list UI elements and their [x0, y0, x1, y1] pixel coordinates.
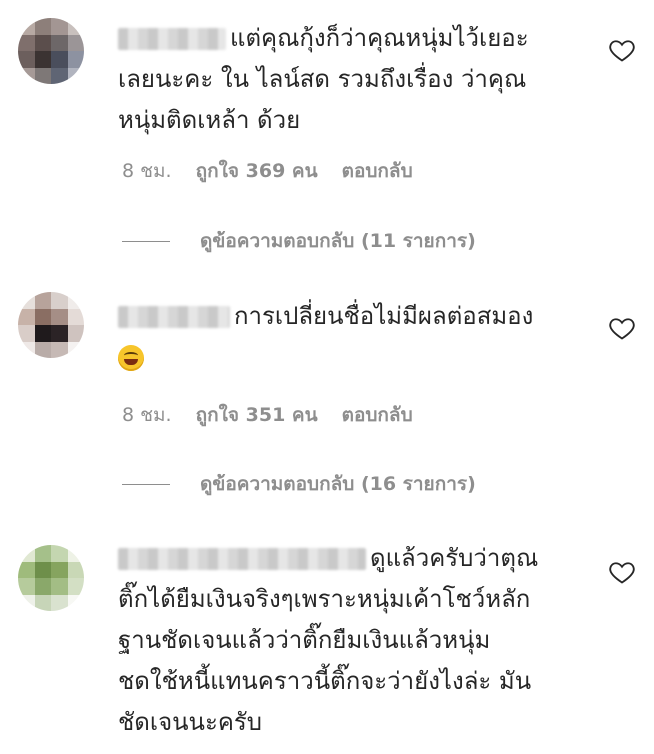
view-replies-button[interactable]: ดูข้อความตอบกลับ (16 รายการ): [122, 469, 476, 499]
username-blurred[interactable]: [118, 28, 226, 50]
comment-meta: 8 ชม. ถูกใจ 351 คน ตอบกลับ: [122, 400, 413, 430]
grinning-squinting-face-emoji: [118, 345, 144, 371]
view-replies-label: ดูข้อความตอบกลับ (11 รายการ): [200, 230, 476, 252]
view-replies-label: ดูข้อความตอบกลับ (16 รายการ): [200, 473, 476, 495]
likes-count[interactable]: ถูกใจ 369 คน: [196, 156, 318, 186]
avatar[interactable]: [18, 292, 84, 358]
likes-count[interactable]: ถูกใจ 351 คน: [196, 400, 318, 430]
timestamp: 8 ชม.: [122, 160, 172, 182]
comment-text: แต่คุณกุ้งก็ว่าคุณหนุ่มไว้เยอะ เลยนะคะ ใ…: [118, 24, 529, 134]
username-blurred[interactable]: [118, 306, 230, 328]
divider-line: [122, 240, 170, 242]
heart-outline-icon[interactable]: [608, 314, 636, 342]
reply-button[interactable]: ตอบกลับ: [342, 156, 413, 186]
heart-outline-icon[interactable]: [608, 558, 636, 586]
timestamp: 8 ชม.: [122, 404, 172, 426]
heart-outline-icon[interactable]: [608, 36, 636, 64]
reply-button[interactable]: ตอบกลับ: [342, 400, 413, 430]
comment-meta: 8 ชม. ถูกใจ 369 คน ตอบกลับ: [122, 156, 413, 186]
comment-text: ดูแล้วครับว่าตุณ ติ๊กได้ยืมเงินจริงๆเพรา…: [118, 544, 539, 736]
avatar[interactable]: [18, 18, 84, 84]
username-blurred[interactable]: [118, 548, 366, 570]
divider-line: [122, 483, 170, 485]
view-replies-button[interactable]: ดูข้อความตอบกลับ (11 รายการ): [122, 226, 476, 256]
avatar[interactable]: [18, 545, 84, 611]
comment-text: การเปลี่ยนชื่อไม่มีผลต่อสมอง: [118, 296, 588, 378]
